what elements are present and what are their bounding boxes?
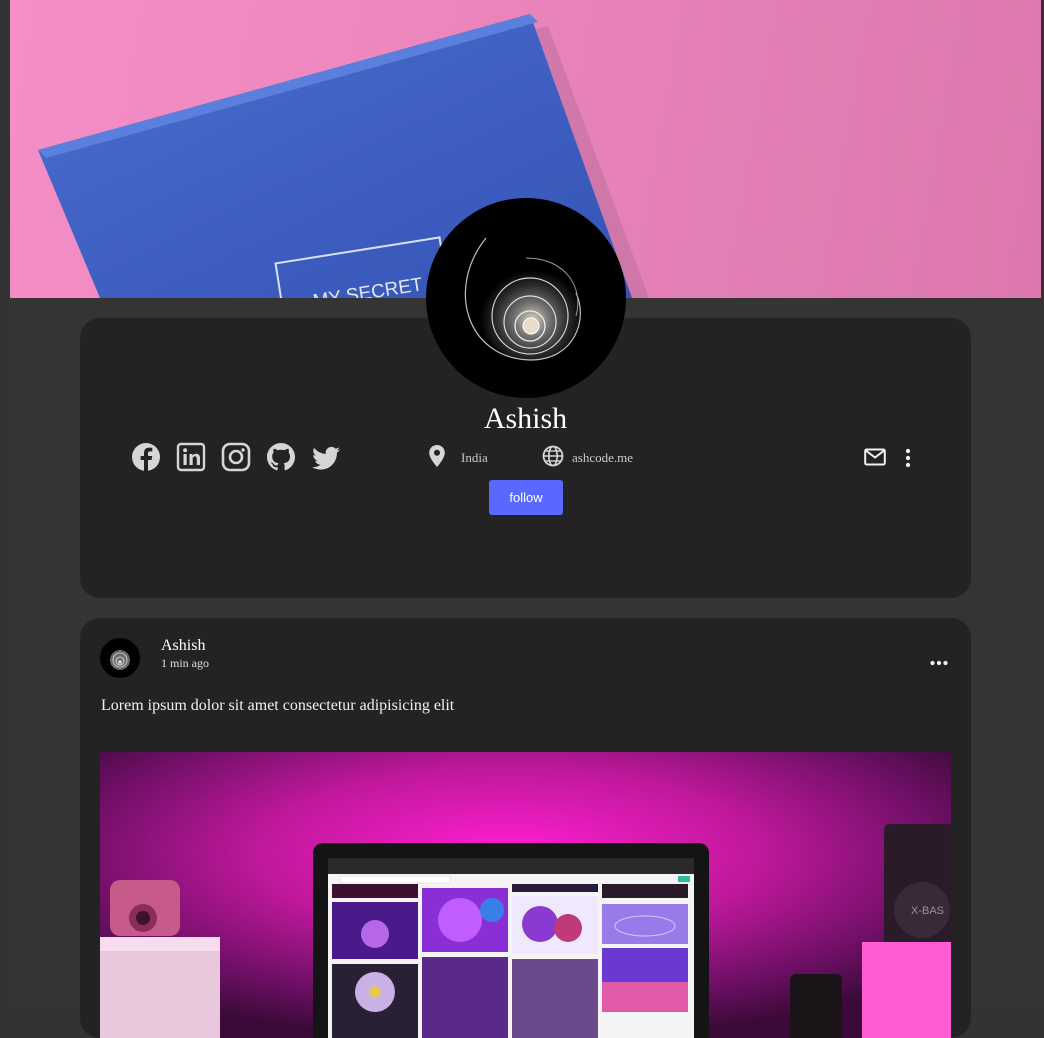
- profile-page: MY SECRET Ashish India ashcode.me follow…: [10, 0, 1041, 1038]
- twitter-icon[interactable]: [311, 440, 341, 474]
- location-pin-icon: [428, 444, 446, 472]
- svg-text:X-BAS: X-BAS: [911, 905, 944, 917]
- post-image[interactable]: X-BAS: [100, 752, 951, 1038]
- social-links: [131, 440, 341, 474]
- website-link[interactable]: ashcode.me: [572, 450, 633, 466]
- profile-name: Ashish: [483, 402, 568, 435]
- post-author-avatar[interactable]: [100, 638, 140, 678]
- instagram-icon[interactable]: [221, 440, 251, 474]
- profile-avatar: [426, 198, 626, 398]
- more-vertical-icon[interactable]: [903, 448, 913, 473]
- post-timestamp: 1 min ago: [161, 656, 209, 670]
- follow-button[interactable]: follow: [489, 480, 563, 515]
- mail-icon[interactable]: [864, 448, 886, 471]
- post-author-name[interactable]: Ashish: [161, 637, 205, 655]
- globe-icon: [542, 444, 564, 472]
- location-info: India: [428, 444, 488, 472]
- post-card: Ashish 1 min ago Lorem ipsum dolor sit a…: [80, 618, 971, 1038]
- github-icon[interactable]: [266, 440, 296, 474]
- location-text: India: [461, 450, 488, 465]
- facebook-icon[interactable]: [131, 440, 161, 474]
- post-text: Lorem ipsum dolor sit amet consectetur a…: [101, 697, 455, 714]
- website-info[interactable]: ashcode.me: [542, 444, 633, 472]
- more-horizontal-icon[interactable]: [930, 654, 948, 672]
- linkedin-icon[interactable]: [176, 440, 206, 474]
